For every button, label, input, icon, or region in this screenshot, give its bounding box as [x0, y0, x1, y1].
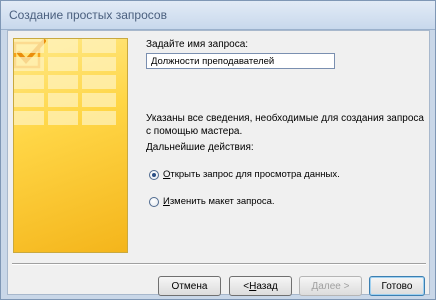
option-open-query-label: Открыть запрос для просмотра данных. — [163, 169, 340, 180]
query-name-input[interactable] — [146, 53, 335, 69]
next-button[interactable]: Далее > — [299, 276, 362, 296]
wizard-body: Задайте имя запроса: Указаны все сведени… — [7, 30, 430, 296]
option-modify-design-label: Изменить макет запроса. — [163, 196, 275, 207]
radio-open-query[interactable] — [149, 169, 159, 180]
wizard-illustration — [13, 38, 128, 253]
back-button[interactable]: < Назад — [229, 276, 292, 296]
info-text: Указаны все сведения, необходимые для со… — [146, 113, 424, 137]
option-open-query[interactable]: Открыть запрос для просмотра данных. — [149, 169, 340, 180]
window-title: Создание простых запросов — [9, 8, 167, 22]
button-separator — [12, 263, 426, 265]
option-modify-design[interactable]: Изменить макет запроса. — [149, 196, 275, 207]
finish-button[interactable]: Готово — [369, 276, 425, 296]
radio-modify-design[interactable] — [149, 196, 159, 207]
next-actions-label: Дальнейшие действия: — [146, 142, 254, 153]
title-bar[interactable]: Создание простых запросов — [1, 1, 435, 30]
query-name-label: Задайте имя запроса: — [146, 39, 249, 50]
cancel-button[interactable]: Отмена — [158, 276, 221, 296]
table-grid-art-icon — [14, 39, 116, 125]
wizard-window: Создание простых запросов Задайте имя за… — [0, 0, 436, 300]
